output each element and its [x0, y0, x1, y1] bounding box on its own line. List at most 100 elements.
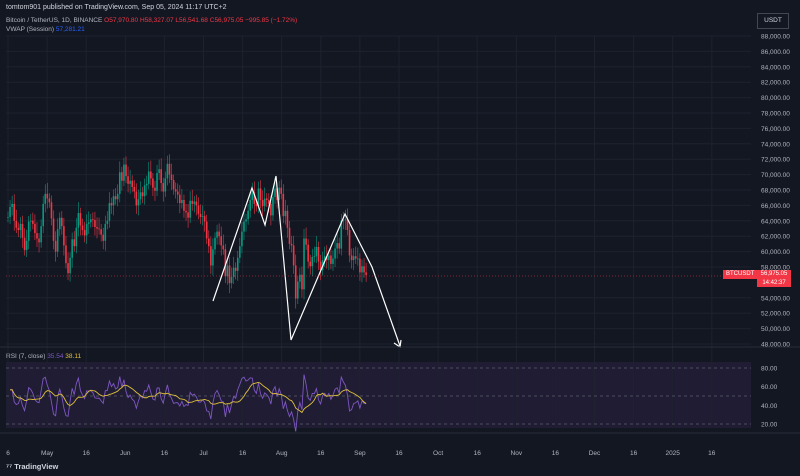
candle-body — [241, 231, 243, 247]
candle-body — [292, 245, 295, 266]
candle-body — [52, 218, 55, 241]
candle-body — [61, 217, 63, 227]
candle-body — [317, 246, 320, 262]
rsi-axis[interactable]: 80.00 60.00 40.00 20.00 — [761, 366, 778, 429]
candle-body — [259, 188, 262, 201]
candle-body — [199, 213, 202, 217]
candle-body — [328, 255, 330, 261]
candle-body — [83, 230, 86, 236]
candle-body — [234, 267, 237, 271]
time-tick: 2025 — [665, 450, 680, 457]
candle-body — [56, 229, 59, 252]
time-tick: 16 — [630, 450, 638, 457]
candle-body — [348, 230, 351, 256]
candle-body — [195, 201, 198, 206]
candle-body — [17, 227, 20, 231]
time-tick: May — [41, 450, 54, 457]
candle-body — [185, 210, 187, 213]
candle-body — [247, 210, 249, 220]
candle-body — [170, 174, 173, 180]
time-tick: 16 — [708, 450, 716, 457]
candle-body — [29, 220, 32, 222]
candle-body — [137, 199, 140, 206]
candle-body — [75, 227, 78, 247]
candle-body — [102, 234, 105, 241]
candle-body — [92, 219, 94, 221]
candle-body — [305, 238, 307, 245]
candle-body — [116, 193, 119, 200]
candle-body — [338, 243, 340, 249]
candle-body — [179, 194, 181, 204]
candle-body — [133, 186, 136, 192]
candle-body — [282, 193, 285, 217]
candle-body — [7, 216, 9, 218]
pattern-line — [212, 175, 401, 347]
candle-body — [183, 200, 185, 211]
candle-body — [90, 219, 92, 223]
candle-body — [160, 169, 162, 184]
candle-body — [307, 244, 309, 262]
candle-body — [81, 225, 84, 231]
candle-body — [118, 172, 121, 194]
price-tick: 80,000.00 — [761, 95, 790, 102]
candle-body — [313, 256, 316, 258]
price-axis[interactable]: 88,000.00 86,000.00 84,000.00 82,000.00 80,0… — [761, 34, 790, 349]
candle-body — [114, 196, 117, 200]
candle-body — [42, 203, 44, 227]
candle-body — [297, 281, 299, 299]
candle-body — [255, 203, 258, 207]
candle-body — [168, 163, 171, 175]
candle-body — [197, 205, 200, 214]
candle-body — [50, 202, 53, 219]
candle-body — [187, 212, 189, 218]
candle-body — [69, 257, 71, 274]
candle-body — [193, 201, 196, 204]
candle-body — [67, 263, 69, 274]
tradingview-logo[interactable]: ⁷⁷ TradingView — [6, 462, 58, 471]
price-tick: 68,000.00 — [761, 188, 790, 195]
candle-body — [77, 213, 80, 228]
brand-name: TradingView — [14, 462, 59, 471]
candle-body — [79, 213, 82, 226]
candle-body — [96, 226, 98, 229]
candle-body — [332, 258, 334, 264]
candle-body — [249, 200, 251, 211]
price-tick: 70,000.00 — [761, 172, 790, 179]
candle-body — [230, 277, 233, 284]
price-tick: 52,000.00 — [761, 311, 790, 318]
candle-body — [154, 187, 156, 191]
price-tick: 60,000.00 — [761, 249, 790, 256]
candle-body — [150, 171, 152, 179]
candle-body — [32, 220, 34, 224]
candle-body — [9, 206, 11, 217]
time-tick: 16 — [395, 450, 403, 457]
price-tick: 50,000.00 — [761, 326, 790, 333]
candle-body — [54, 240, 57, 252]
price-tick: 84,000.00 — [761, 64, 790, 71]
candle-body — [166, 163, 169, 179]
symbol-price-tag: BTCUSDT — [723, 270, 758, 279]
candle-body — [265, 198, 268, 201]
candle-body — [336, 243, 338, 249]
price-chart[interactable]: 88,000.00 86,000.00 84,000.00 82,000.00 80,0… — [0, 0, 800, 476]
time-tick: 16 — [552, 450, 560, 457]
candle-body — [110, 203, 113, 206]
pattern-drawing[interactable] — [212, 175, 402, 349]
price-tick: 74,000.00 — [761, 141, 790, 148]
time-axis[interactable]: 6 May 16 Jun 16 Jul 16 Aug 16 Sep 16 Oct 16 Nov 16 Dec 1… — [6, 450, 716, 457]
time-tick: 16 — [161, 450, 169, 457]
candle-body — [220, 236, 223, 246]
candle-body — [261, 200, 264, 207]
price-tick: 62,000.00 — [761, 234, 790, 241]
candle-body — [311, 256, 314, 267]
price-tick: 64,000.00 — [761, 218, 790, 225]
candle-body — [207, 238, 210, 247]
candle-body — [71, 239, 73, 258]
candle-body — [245, 219, 247, 222]
time-tick: 16 — [474, 450, 482, 457]
candle-body — [65, 245, 67, 264]
last-price: 56,975.05 — [760, 271, 788, 277]
candle-body — [129, 180, 131, 184]
candle-body — [239, 246, 241, 258]
candle-body — [172, 179, 175, 190]
